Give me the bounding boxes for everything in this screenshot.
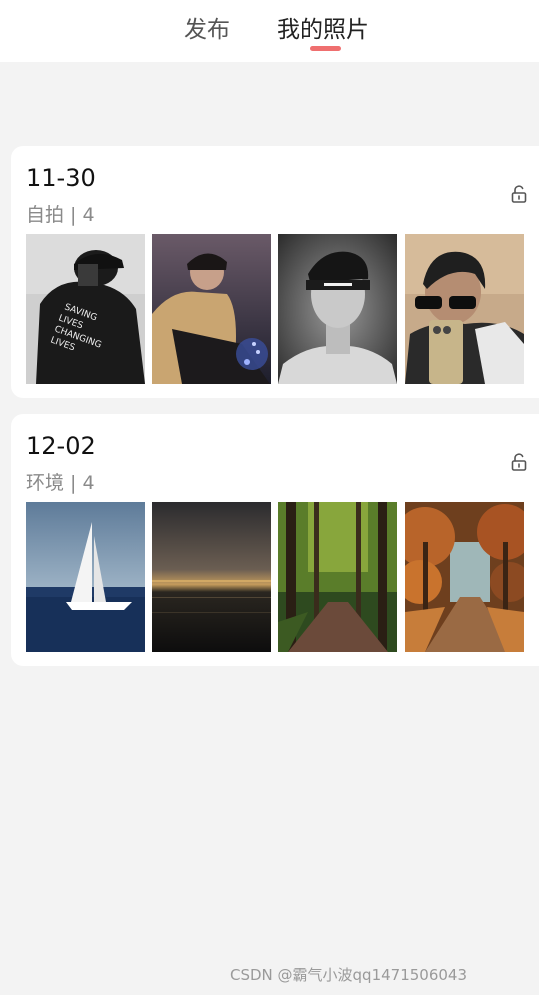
- man-sunglasses-mirror-selfie-photo[interactable]: [405, 234, 524, 384]
- man-sitting-beanie-photo[interactable]: [152, 234, 271, 384]
- man-black-cap-shirt-photo[interactable]: SAVING LIVES CHANGING LIVES: [26, 234, 145, 384]
- sunset-sea-photo[interactable]: [152, 502, 271, 652]
- album-category-count: 自拍 | 4: [26, 204, 95, 226]
- album-category-count: 环境 | 4: [26, 472, 95, 494]
- watermark: CSDN @霸气小波qq1471506043: [230, 966, 468, 984]
- unlock-icon[interactable]: [509, 184, 529, 204]
- album-date: 11-30: [26, 164, 96, 192]
- unlock-icon[interactable]: [509, 452, 529, 472]
- album-card[interactable]: 12-02 环境 | 4: [11, 414, 539, 666]
- album-card[interactable]: 11-30 自拍 | 4 SAVING LIVES CHANGING LIVES: [11, 146, 539, 398]
- sailboat-sea-photo[interactable]: [26, 502, 145, 652]
- autumn-road-photo[interactable]: [405, 502, 524, 652]
- tab-publish[interactable]: 发布: [184, 14, 230, 46]
- active-tab-indicator: [310, 46, 341, 51]
- tab-my-photos[interactable]: 我的照片: [277, 14, 369, 46]
- forest-path-photo[interactable]: [278, 502, 397, 652]
- top-tab-bar: 发布 我的照片: [0, 0, 539, 62]
- album-date: 12-02: [26, 432, 96, 460]
- man-headband-bw-photo[interactable]: [278, 234, 397, 384]
